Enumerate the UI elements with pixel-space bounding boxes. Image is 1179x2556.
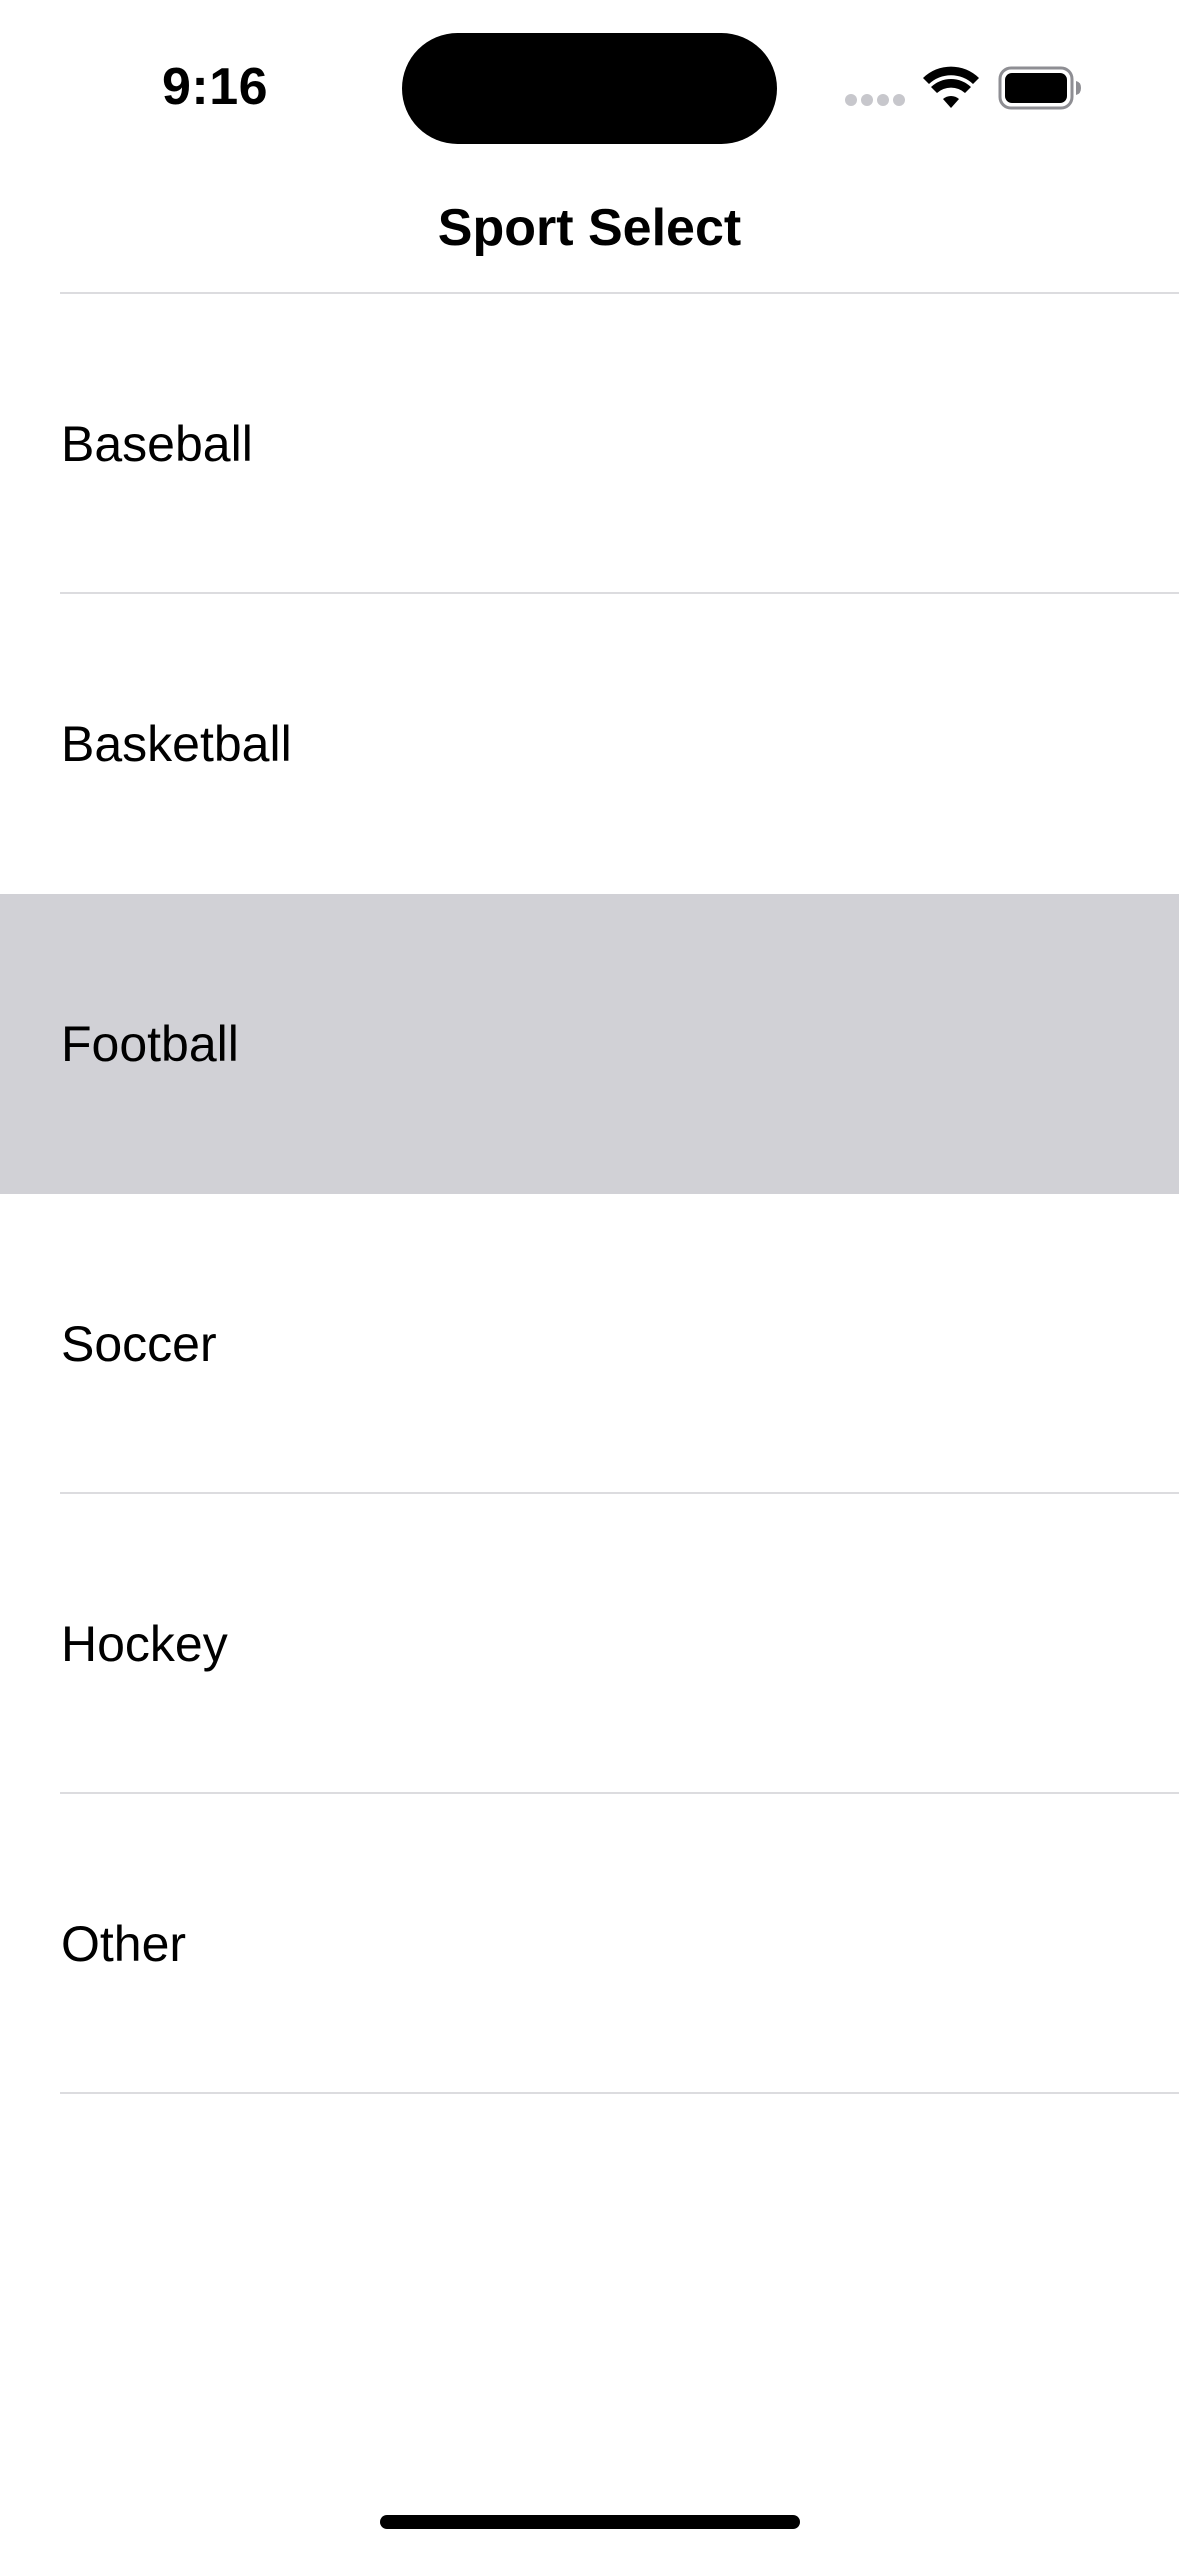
battery-icon [998, 66, 1081, 110]
list-item-football[interactable]: Football [0, 894, 1179, 1194]
list-item-label: Other [61, 1916, 187, 1972]
row-separator [60, 2092, 1179, 2094]
sport-list: Baseball Basketball Football Soccer Hock… [0, 294, 1179, 2094]
list-item-label: Football [61, 1016, 239, 1072]
home-indicator[interactable] [380, 2515, 800, 2529]
list-item-label: Hockey [61, 1616, 228, 1672]
list-item-hockey[interactable]: Hockey [0, 1494, 1179, 1794]
list-item-other[interactable]: Other [0, 1794, 1179, 2094]
list-item-soccer[interactable]: Soccer [0, 1194, 1179, 1494]
list-item-label: Baseball [61, 416, 253, 472]
cellular-signal-icon [845, 94, 905, 106]
list-item-label: Soccer [61, 1316, 217, 1372]
list-item-baseball[interactable]: Baseball [0, 294, 1179, 594]
page-title: Sport Select [437, 199, 742, 257]
list-item-label: Basketball [61, 716, 292, 772]
wifi-icon [923, 66, 979, 108]
list-item-basketball[interactable]: Basketball [0, 594, 1179, 894]
dynamic-island [402, 33, 777, 144]
status-time: 9:16 [161, 58, 269, 116]
